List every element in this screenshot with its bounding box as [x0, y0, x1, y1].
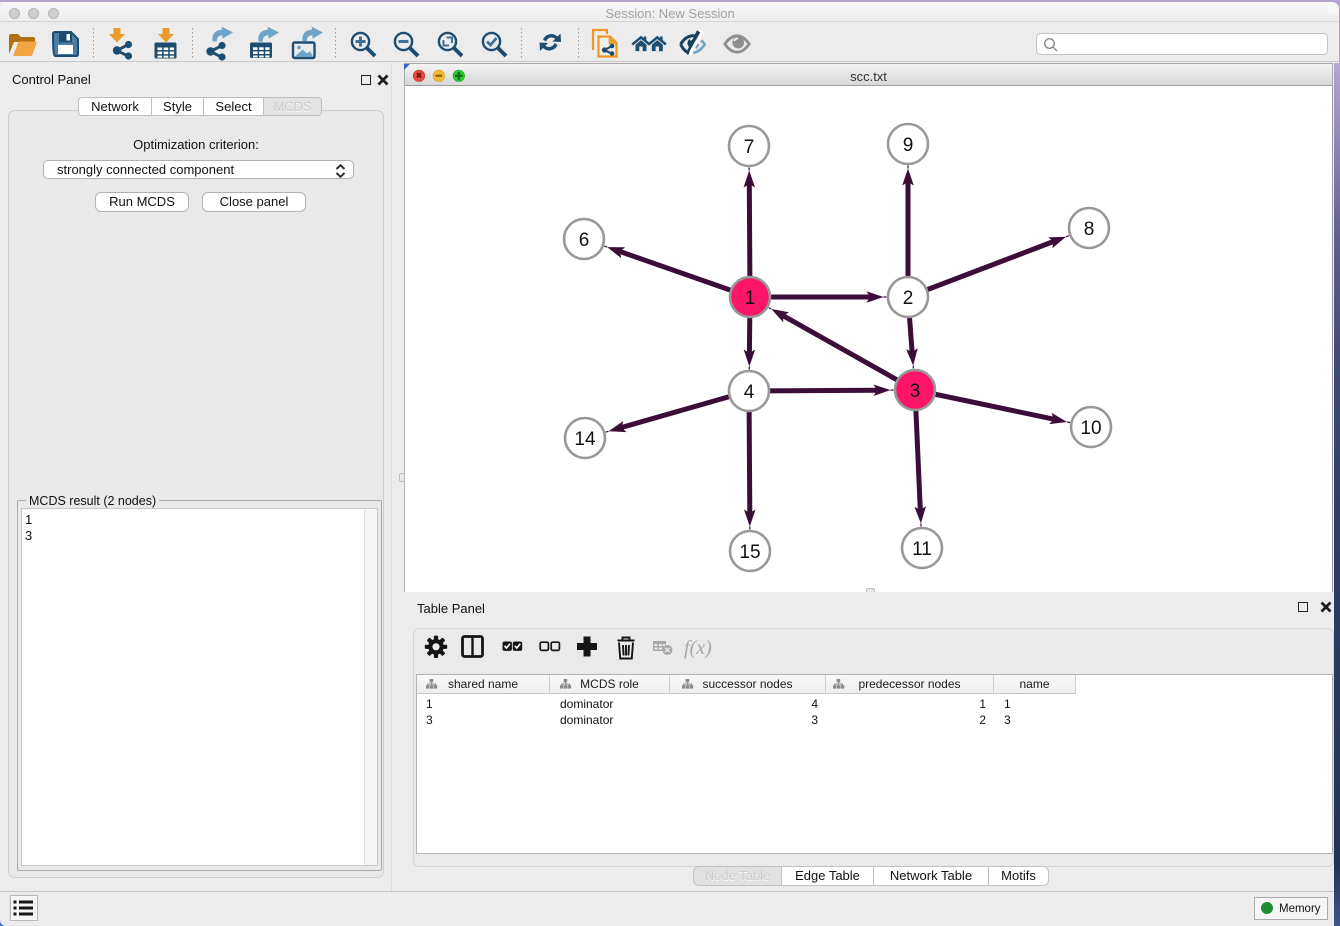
svg-text:9: 9 — [903, 135, 914, 156]
svg-text:15: 15 — [739, 542, 760, 563]
svg-text:4: 4 — [744, 382, 755, 403]
svg-text:f(x): f(x) — [684, 637, 712, 659]
svg-text:8: 8 — [1084, 219, 1095, 240]
svg-text:10: 10 — [1080, 418, 1101, 439]
svg-text:11: 11 — [912, 539, 932, 560]
svg-text:3: 3 — [910, 381, 921, 402]
svg-text:1: 1 — [745, 288, 756, 309]
svg-text:6: 6 — [579, 230, 590, 251]
svg-text:14: 14 — [574, 429, 596, 450]
svg-text:2: 2 — [903, 288, 914, 309]
svg-text:7: 7 — [744, 137, 755, 158]
